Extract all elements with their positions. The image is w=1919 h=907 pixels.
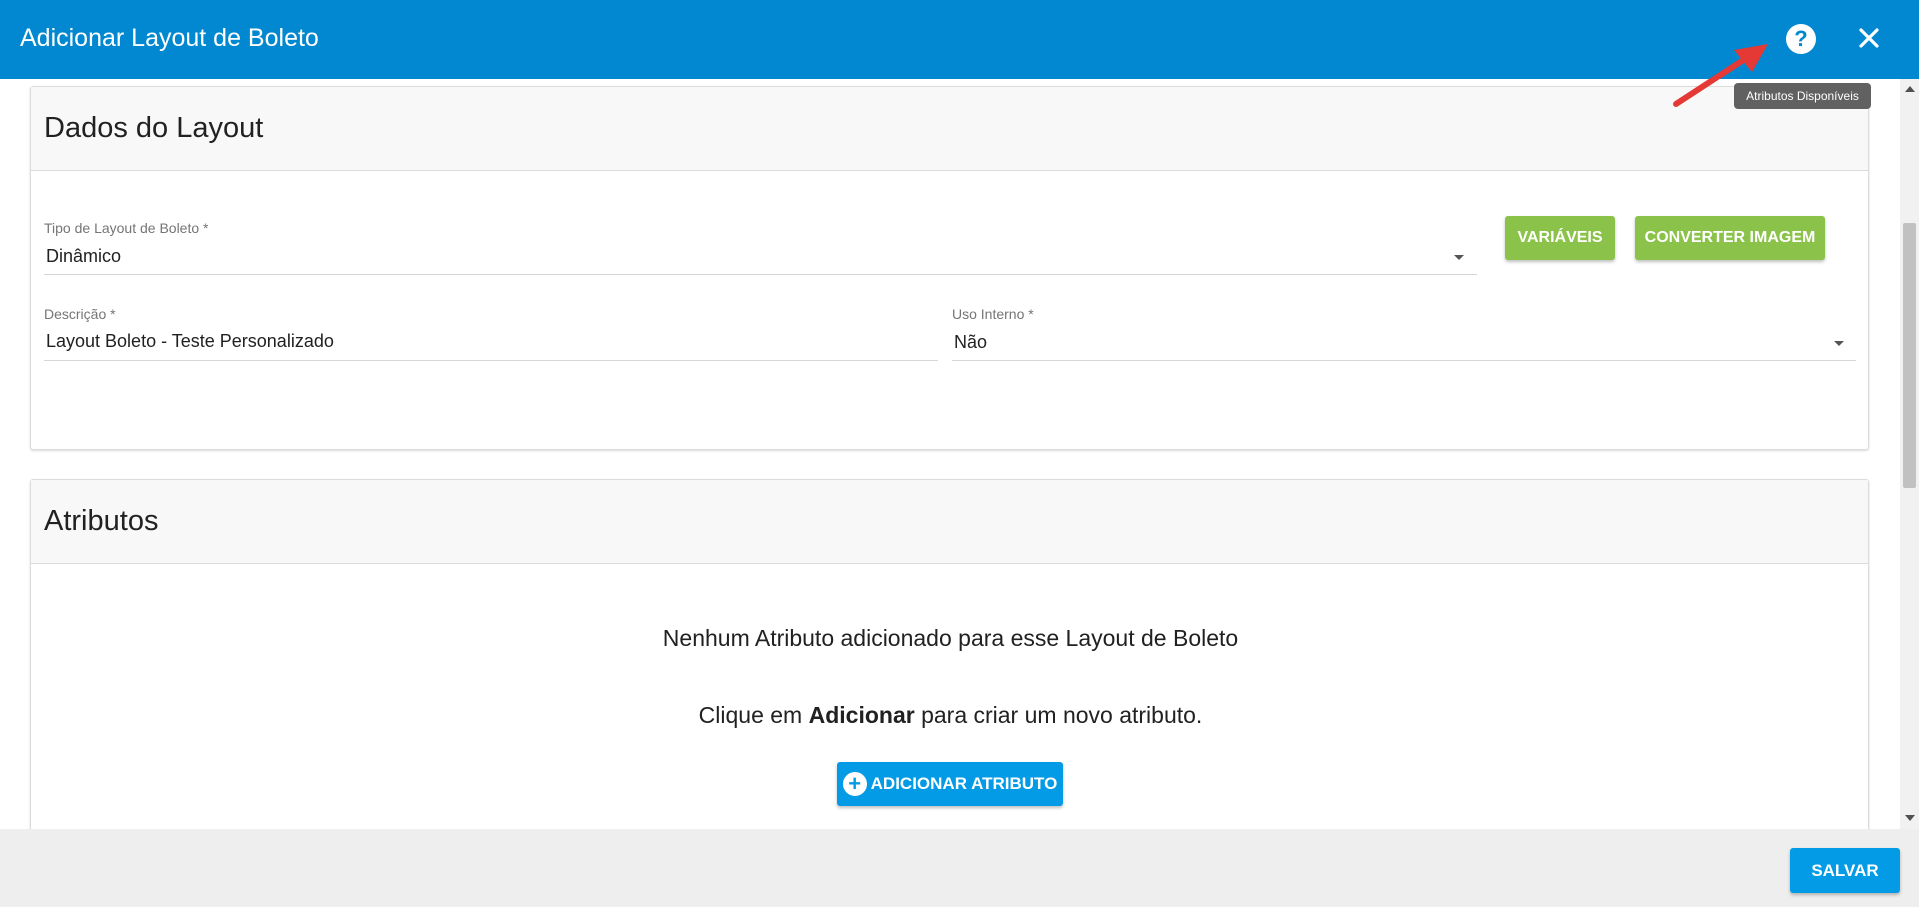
- uso-interno-select[interactable]: Não: [952, 325, 1856, 361]
- uso-interno-value: Não: [954, 332, 988, 352]
- adicionar-atributo-label: ADICIONAR ATRIBUTO: [870, 774, 1058, 793]
- adicionar-atributo-button[interactable]: + ADICIONAR ATRIBUTO: [837, 762, 1063, 806]
- scrollbar-thumb[interactable]: [1903, 223, 1916, 488]
- atributos-title: Atributos: [31, 480, 1868, 564]
- descricao-value: Layout Boleto - Teste Personalizado: [46, 331, 334, 351]
- descricao-input[interactable]: Layout Boleto - Teste Personalizado: [44, 325, 938, 361]
- caret-down-icon: [1834, 341, 1844, 346]
- tipo-layout-label: Tipo de Layout de Boleto *: [44, 220, 209, 236]
- empty-hint-bold: Adicionar: [808, 702, 915, 728]
- uso-interno-underline: [952, 360, 1856, 361]
- empty-hint-prefix: Clique em: [698, 702, 809, 728]
- tipo-layout-underline: [44, 274, 1477, 275]
- close-icon[interactable]: [1853, 22, 1885, 54]
- dialog-footer: SALVAR: [0, 829, 1919, 907]
- caret-down-icon: [1454, 255, 1464, 260]
- variaveis-button[interactable]: VARIÁVEIS: [1505, 216, 1615, 260]
- converter-imagem-button[interactable]: CONVERTER IMAGEM: [1635, 216, 1825, 260]
- dados-layout-card: Dados do Layout Tipo de Layout de Boleto…: [30, 86, 1869, 450]
- descricao-underline: [44, 360, 938, 361]
- annotation-arrow-icon: [1673, 44, 1768, 107]
- plus-circle-icon: +: [842, 772, 867, 796]
- empty-message: Nenhum Atributo adicionado para esse Lay…: [662, 625, 1239, 651]
- empty-hint-suffix: para criar um novo atributo.: [914, 702, 1203, 728]
- dados-layout-title: Dados do Layout: [31, 87, 1868, 171]
- vertical-scrollbar[interactable]: [1900, 79, 1919, 829]
- dialog-content: Dados do Layout Tipo de Layout de Boleto…: [0, 79, 1919, 829]
- empty-hint: Clique em Adicionar para criar um novo a…: [31, 702, 1870, 729]
- atributos-card: Atributos Nenhum Atributo adicionado par…: [30, 479, 1869, 829]
- help-symbol: ?: [1794, 26, 1808, 51]
- scroll-up-icon[interactable]: [1905, 86, 1915, 92]
- help-icon[interactable]: ?: [1786, 24, 1816, 54]
- dialog-header: Adicionar Layout de Boleto ?: [0, 0, 1919, 79]
- scroll-down-icon[interactable]: [1905, 815, 1915, 821]
- tipo-layout-value: Dinâmico: [46, 246, 122, 266]
- uso-interno-label: Uso Interno *: [952, 306, 1034, 322]
- salvar-button[interactable]: SALVAR: [1790, 848, 1900, 893]
- descricao-label: Descrição *: [44, 306, 116, 322]
- tipo-layout-select[interactable]: Dinâmico: [44, 239, 1477, 275]
- dialog-title: Adicionar Layout de Boleto: [20, 24, 319, 52]
